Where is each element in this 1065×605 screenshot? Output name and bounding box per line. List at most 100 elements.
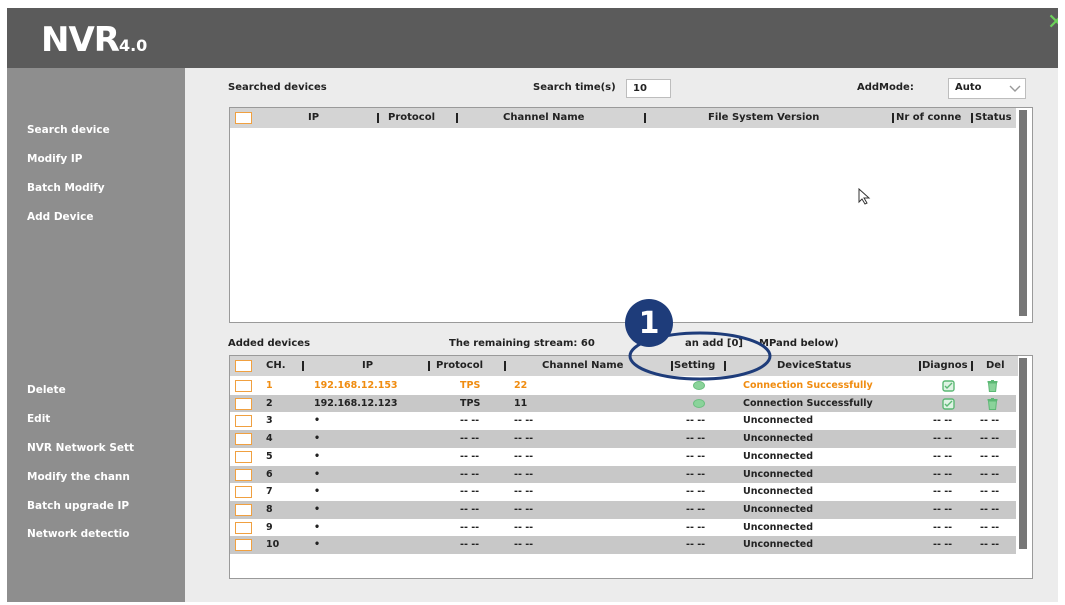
row-checkbox[interactable] (235, 503, 252, 516)
table-row[interactable]: 10 • -- -- -- -- -- -- Unconnected -- -- -- -- (230, 536, 1016, 554)
table-row[interactable]: 2 192.168.12.123 TPS 11 Connection Successfu… (230, 394, 1016, 413)
protocol-cell: -- -- (460, 450, 480, 462)
column-divider[interactable] (302, 361, 304, 371)
del-cell: -- -- (980, 433, 1000, 445)
column-header-diagnose: Diagnos (922, 360, 968, 371)
table-row[interactable]: 3 • -- -- -- -- -- -- Unconnected -- -- -- -- (230, 412, 1016, 430)
column-divider[interactable] (456, 113, 458, 123)
row-checkbox[interactable] (235, 486, 252, 499)
column-divider[interactable] (644, 113, 646, 123)
del-cell: -- -- (980, 450, 1000, 462)
ch-cell: 2 (266, 397, 273, 409)
sidebar-item-network-detection[interactable]: Network detectio (27, 528, 130, 540)
sidebar-item-delete[interactable]: Delete (27, 384, 66, 396)
column-divider[interactable] (504, 361, 506, 371)
diagnose-cell: -- -- (933, 415, 953, 427)
diagnose-cell: -- -- (933, 503, 953, 515)
trash-icon[interactable] (987, 397, 998, 410)
sidebar-item-modify-channel[interactable]: Modify the chann (27, 471, 130, 483)
ip-cell: • (314, 415, 321, 427)
channel-name-cell: -- -- (514, 433, 534, 445)
addmode-value: Auto (955, 82, 982, 93)
device-status-cell: Unconnected (743, 415, 814, 427)
mouse-cursor-icon (858, 188, 871, 205)
column-header-ip: IP (308, 112, 320, 123)
setting-cell: -- -- (686, 486, 706, 498)
device-status-cell: Connection Successfully (743, 397, 873, 409)
ip-cell: • (314, 539, 321, 551)
trash-icon[interactable] (987, 380, 998, 392)
row-checkbox[interactable] (235, 539, 252, 552)
setting-cell: -- -- (686, 450, 706, 462)
diagnose-icon[interactable] (942, 397, 955, 410)
diagnose-cell: -- -- (933, 486, 953, 498)
close-icon[interactable]: ✕ (1047, 12, 1058, 34)
del-cell: -- -- (980, 468, 1000, 480)
column-divider[interactable] (971, 361, 973, 371)
sidebar-item-batch-modify[interactable]: Batch Modify (27, 182, 105, 194)
protocol-cell: TPS (460, 397, 481, 409)
sidebar-item-edit[interactable]: Edit (27, 413, 50, 425)
device-status-cell: Unconnected (743, 450, 814, 462)
device-status-cell: Unconnected (743, 486, 814, 498)
callout-number: 1 (638, 306, 660, 341)
row-checkbox[interactable] (235, 450, 252, 463)
setting-cell: -- -- (686, 503, 706, 515)
sidebar-item-add-device[interactable]: Add Device (27, 211, 93, 223)
row-checkbox[interactable] (235, 468, 252, 481)
column-header-device-status: DeviceStatus (777, 360, 852, 371)
row-checkbox[interactable] (235, 521, 252, 534)
sidebar-item-batch-upgrade-ip[interactable]: Batch upgrade IP (27, 500, 129, 512)
table-row[interactable]: 8 • -- -- -- -- -- -- Unconnected -- -- -- -- (230, 500, 1016, 519)
column-header-protocol: Protocol (388, 112, 436, 123)
column-divider[interactable] (919, 361, 921, 371)
protocol-cell: TPS (460, 380, 481, 391)
channel-name-cell: 22 (514, 380, 528, 391)
diagnose-cell: -- -- (933, 521, 953, 533)
diagnose-icon[interactable] (942, 380, 955, 392)
table-row[interactable]: 5 • -- -- -- -- -- -- Unconnected -- -- -- -- (230, 448, 1016, 466)
setting-cell: -- -- (686, 468, 706, 480)
protocol-cell: -- -- (460, 468, 480, 480)
select-all-checkbox[interactable] (235, 360, 252, 372)
ch-cell: 9 (266, 521, 273, 533)
column-divider[interactable] (377, 113, 379, 123)
row-checkbox[interactable] (235, 380, 252, 392)
protocol-cell: -- -- (460, 539, 480, 551)
settings-icon[interactable] (693, 398, 705, 408)
title-bar: NVR4.0 ✕ (7, 8, 1058, 68)
searched-table-scrollbar[interactable] (1019, 110, 1027, 316)
channel-name-cell: -- -- (514, 539, 534, 551)
sidebar-item-nvr-network-settings[interactable]: NVR Network Sett (27, 442, 134, 454)
addmode-select[interactable]: Auto (948, 78, 1026, 99)
column-divider[interactable] (428, 361, 430, 371)
table-row[interactable]: 6 • -- -- -- -- -- -- Unconnected -- -- -- -- (230, 465, 1016, 484)
protocol-cell: -- -- (460, 415, 480, 427)
table-row[interactable]: 4 • -- -- -- -- -- -- Unconnected -- -- -- -- (230, 430, 1016, 448)
ch-cell: 6 (266, 468, 273, 480)
ip-cell: 192.168.12.123 (314, 397, 398, 409)
protocol-cell: -- -- (460, 503, 480, 515)
select-all-checkbox[interactable] (235, 112, 252, 124)
remaining-stream-text: The remaining stream: 60 (449, 338, 595, 349)
search-time-input[interactable]: 10 (626, 79, 671, 98)
column-divider[interactable] (892, 113, 894, 123)
column-header-file-system-version: File System Version (708, 112, 820, 123)
searched-devices-table: IP Protocol Channel Name File System Ver… (229, 107, 1033, 323)
added-table-scrollbar[interactable] (1019, 358, 1027, 549)
column-header-ip: IP (362, 360, 374, 371)
channel-name-cell: -- -- (514, 521, 534, 533)
sidebar-item-modify-ip[interactable]: Modify IP (27, 153, 82, 165)
row-checkbox[interactable] (235, 415, 252, 428)
chevron-down-icon (1009, 85, 1021, 92)
diagnose-cell: -- -- (933, 539, 953, 551)
table-row[interactable]: 7 • -- -- -- -- -- -- Unconnected -- -- -- -- (230, 483, 1016, 501)
column-divider[interactable] (971, 113, 973, 123)
ip-cell: • (314, 450, 321, 462)
row-checkbox[interactable] (235, 433, 252, 446)
sidebar-item-search-device[interactable]: Search device (27, 124, 110, 136)
table-row[interactable]: 9 • -- -- -- -- -- -- Unconnected -- -- -- -- (230, 519, 1016, 537)
row-checkbox[interactable] (235, 397, 252, 410)
column-header-protocol: Protocol (436, 360, 484, 371)
ip-cell: • (314, 486, 321, 498)
